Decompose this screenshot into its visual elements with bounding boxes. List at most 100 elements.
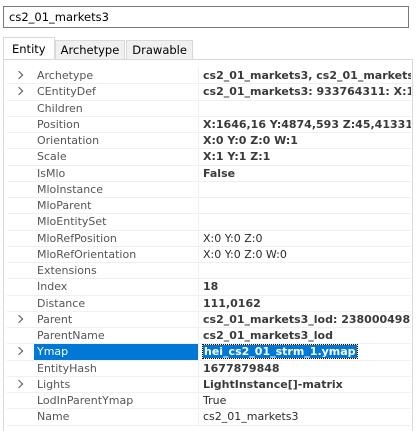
property-value-text: cs2_01_markets3: 933764311: X:1646 — [203, 85, 411, 99]
expand-chevron-icon[interactable] — [7, 344, 34, 361]
expand-chevron-icon[interactable] — [7, 377, 34, 393]
property-value-text: X:0 Y:0 Z:0 W:0 — [203, 247, 287, 261]
row-gutter — [7, 182, 34, 198]
property-value[interactable]: 18 — [199, 279, 411, 296]
property-name[interactable]: Children — [34, 100, 199, 117]
property-name[interactable]: MloRefPosition — [34, 230, 199, 247]
property-name[interactable]: Archetype — [34, 68, 199, 85]
property-row[interactable]: IsMlo False — [7, 165, 411, 182]
property-value[interactable] — [199, 198, 411, 215]
property-value[interactable] — [199, 263, 411, 280]
chevron-right-icon — [14, 314, 24, 323]
chevron-right-icon — [14, 347, 24, 356]
property-name[interactable]: Index — [34, 279, 199, 296]
property-row[interactable]: MloRefPosition X:0 Y:0 Z:0 — [7, 230, 411, 247]
property-row[interactable]: ParentName cs2_01_markets3_lod — [7, 328, 411, 345]
entity-name-input[interactable] — [3, 6, 409, 28]
property-value-text: 111,0162 — [203, 296, 261, 310]
row-gutter — [7, 296, 34, 312]
property-value-text: X:1 Y:1 Z:1 — [203, 150, 271, 164]
property-row[interactable]: Lights LightInstance[]-matrix — [7, 376, 411, 393]
property-name[interactable]: EntityHash — [34, 360, 199, 377]
chevron-right-icon — [14, 87, 24, 96]
property-value[interactable]: False — [199, 166, 411, 182]
tab-drawable[interactable]: Drawable — [126, 40, 193, 59]
property-name[interactable]: Parent — [34, 311, 199, 328]
property-value[interactable]: True — [199, 393, 411, 410]
property-name[interactable]: Scale — [34, 149, 199, 166]
property-row[interactable]: Extensions — [7, 263, 411, 280]
property-value[interactable] — [199, 101, 411, 117]
row-gutter — [7, 133, 34, 150]
expand-chevron-icon[interactable] — [7, 84, 34, 101]
property-value[interactable]: cs2_01_markets3_lod — [199, 328, 411, 345]
chevron-right-icon — [14, 70, 24, 80]
row-gutter — [7, 101, 34, 117]
property-row[interactable]: MloInstance — [7, 181, 411, 198]
property-row[interactable]: Archetype cs2_01_markets3, cs2_01_markets… — [7, 68, 411, 85]
property-row[interactable]: Position X:1646,16 Y:4874,593 Z:45,41331 — [7, 116, 411, 133]
row-gutter — [7, 214, 34, 231]
property-value[interactable]: 111,0162 — [199, 296, 411, 312]
property-value[interactable] — [199, 182, 411, 198]
property-row[interactable]: Parent cs2_01_markets3_lod: 2380004987: X — [7, 311, 411, 328]
tab-entity[interactable]: Entity — [3, 37, 55, 59]
property-value[interactable]: cs2_01_markets3, cs2_01_markets3, — [199, 68, 411, 85]
row-gutter — [7, 198, 34, 215]
property-name[interactable]: MloEntitySet — [34, 214, 199, 231]
property-row[interactable]: Index 18 — [7, 279, 411, 296]
property-row[interactable]: EntityHash 1677879848 — [7, 360, 411, 377]
property-row[interactable]: Name cs2_01_markets3 — [7, 409, 411, 426]
property-row[interactable]: Children — [7, 100, 411, 117]
property-value-text: True — [203, 394, 227, 407]
property-value[interactable]: X:0 Y:0 Z:0 W:0 — [199, 247, 411, 263]
tab-panel: Archetype cs2_01_markets3, cs2_01_markets… — [3, 59, 413, 431]
property-name[interactable]: CEntityDef — [34, 84, 199, 101]
property-row[interactable]: Distance 111,0162 — [7, 295, 411, 312]
property-name[interactable]: Ymap — [34, 344, 199, 361]
property-value[interactable]: cs2_01_markets3: 933764311: X:1646 — [199, 84, 411, 101]
property-row[interactable]: CEntityDef cs2_01_markets3: 933764311: X:… — [7, 84, 411, 101]
property-row[interactable]: LodInParentYmap True — [7, 393, 411, 410]
property-name[interactable]: ParentName — [34, 328, 199, 345]
expand-chevron-icon[interactable] — [7, 312, 34, 328]
property-grid[interactable]: Archetype cs2_01_markets3, cs2_01_markets… — [7, 68, 411, 426]
row-gutter — [7, 263, 34, 280]
property-row[interactable]: MloParent — [7, 198, 411, 215]
property-name[interactable]: MloParent — [34, 198, 199, 215]
property-value[interactable]: X:1 Y:1 Z:1 — [199, 149, 411, 166]
expand-chevron-icon[interactable] — [7, 68, 34, 85]
property-row[interactable]: MloEntitySet — [7, 214, 411, 231]
property-value-text: cs2_01_markets3, cs2_01_markets3, — [203, 69, 411, 82]
property-value[interactable]: X:1646,16 Y:4874,593 Z:45,41331 — [199, 117, 411, 133]
tab-strip: Entity Archetype Drawable — [3, 37, 194, 59]
property-name[interactable]: IsMlo — [34, 165, 199, 182]
property-row[interactable]: Orientation X:0 Y:0 Z:0 W:1 — [7, 133, 411, 150]
row-gutter — [7, 166, 34, 182]
property-name[interactable]: Lights — [34, 376, 199, 393]
tab-archetype[interactable]: Archetype — [54, 40, 126, 59]
property-name[interactable]: MloInstance — [34, 181, 199, 198]
property-name[interactable]: MloRefOrientation — [34, 246, 199, 263]
property-value[interactable]: hei_cs2_01_strm_1.ymap — [199, 344, 411, 361]
property-name[interactable]: Position — [34, 116, 199, 133]
property-name[interactable]: Distance — [34, 295, 199, 312]
row-gutter — [7, 393, 34, 410]
property-name[interactable]: Extensions — [34, 263, 199, 280]
property-name[interactable]: LodInParentYmap — [34, 393, 199, 410]
row-gutter — [7, 149, 34, 166]
property-name[interactable]: Orientation — [34, 133, 199, 150]
property-value[interactable]: LightInstance[]-matrix — [199, 377, 411, 393]
property-value-text: X:0 Y:0 Z:0 W:1 — [203, 134, 298, 147]
property-name[interactable]: Name — [34, 409, 199, 426]
property-row[interactable]: Scale X:1 Y:1 Z:1 — [7, 149, 411, 166]
property-value[interactable]: cs2_01_markets3 — [199, 409, 411, 426]
property-value[interactable] — [199, 214, 411, 231]
property-value[interactable]: X:0 Y:0 Z:0 W:1 — [199, 133, 411, 150]
property-value[interactable]: 1677879848 — [199, 361, 411, 377]
property-value[interactable]: X:0 Y:0 Z:0 — [199, 231, 411, 247]
property-value[interactable]: cs2_01_markets3_lod: 2380004987: X — [199, 312, 411, 328]
property-row[interactable]: Ymap hei_cs2_01_strm_1.ymap — [7, 344, 411, 361]
property-row[interactable]: MloRefOrientation X:0 Y:0 Z:0 W:0 — [7, 246, 411, 263]
row-gutter — [7, 409, 34, 426]
